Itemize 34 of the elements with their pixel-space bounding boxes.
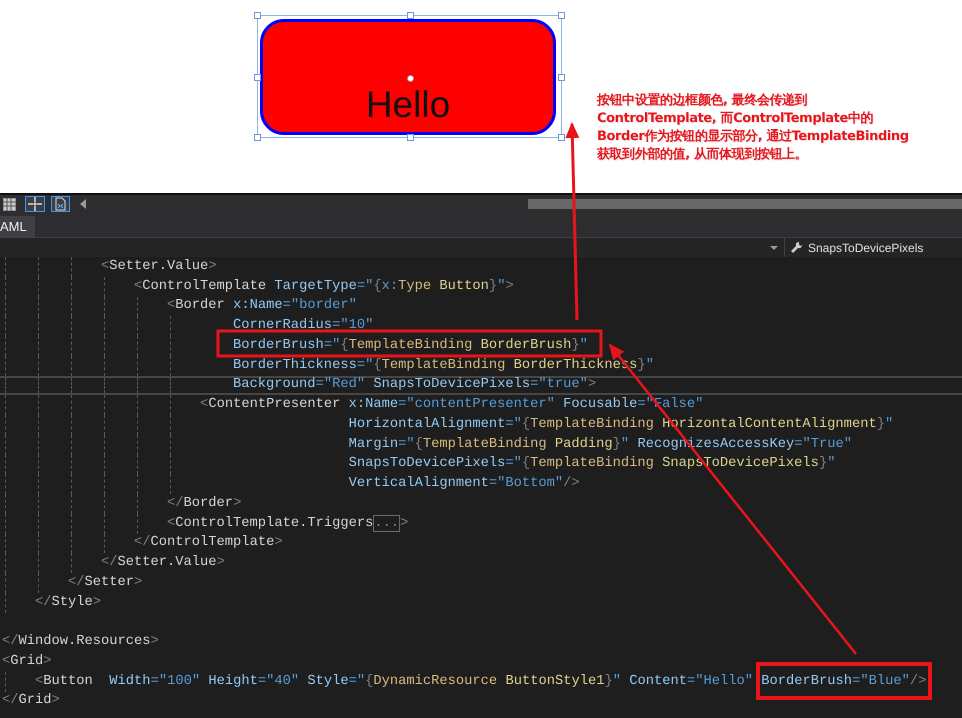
code-line: <Setter.Value> xyxy=(101,260,217,274)
resize-handle[interactable] xyxy=(407,134,414,141)
editor-tab[interactable]: AML xyxy=(0,216,35,237)
annotation-text: 按钮中设置的边框颜色, 最终会传递到 ControlTemplate, 而ControlTemplate中的 Border作为按钮的显示部分, 通过TemplateBinding 获取到外部的值, 从而体现到按钮上。 xyxy=(597,92,910,164)
grid-icon[interactable] xyxy=(0,196,19,212)
resize-handle[interactable] xyxy=(254,74,261,81)
member-dropdown[interactable]: SnapsToDevicePixels xyxy=(784,238,962,257)
resize-handle[interactable] xyxy=(558,134,565,141)
code-line: </Border> xyxy=(167,496,242,511)
resize-handle[interactable] xyxy=(558,12,565,19)
code-line: BorderBrush="{TemplateBinding BorderBrush}" xyxy=(233,338,588,353)
code-line: CornerRadius="10" xyxy=(233,319,374,334)
dropdown-caret-icon[interactable] xyxy=(770,246,778,250)
crosshair-icon[interactable] xyxy=(25,196,45,212)
code-line: Background="Red" SnapsToDevicePixels="true"> xyxy=(233,378,596,392)
resize-handle[interactable] xyxy=(254,12,261,19)
resize-handle[interactable] xyxy=(254,134,261,141)
resize-handle[interactable] xyxy=(407,12,414,19)
document-icon[interactable] xyxy=(51,196,70,212)
code-line: VerticalAlignment="Bottom"/> xyxy=(348,477,580,492)
code-line: </Style> xyxy=(35,596,102,610)
code-line: </Setter.Value> xyxy=(101,556,225,570)
resize-handle[interactable] xyxy=(558,74,565,81)
code-line: </ControlTemplate> xyxy=(134,536,283,550)
code-line: </Grid> xyxy=(2,694,60,708)
code-line: <ControlTemplate.Triggers...> xyxy=(167,516,408,531)
code-line: </Setter> xyxy=(68,576,142,590)
code-line: <ControlTemplate TargetType="{x:Type Button}"> xyxy=(134,280,514,294)
code-line: <Grid> xyxy=(2,654,52,669)
code-line: <Button Width="100" Height="40" Style="{DynamicResource ButtonStyle1}" Content="Hello" BorderBrush="Blue"/> xyxy=(35,674,926,689)
code-line: </Window.Resources> xyxy=(2,635,159,650)
scrollbar-thumb[interactable] xyxy=(528,199,962,209)
code-line: <Border x:Name="border" xyxy=(167,299,357,314)
wrench-icon xyxy=(790,241,803,254)
